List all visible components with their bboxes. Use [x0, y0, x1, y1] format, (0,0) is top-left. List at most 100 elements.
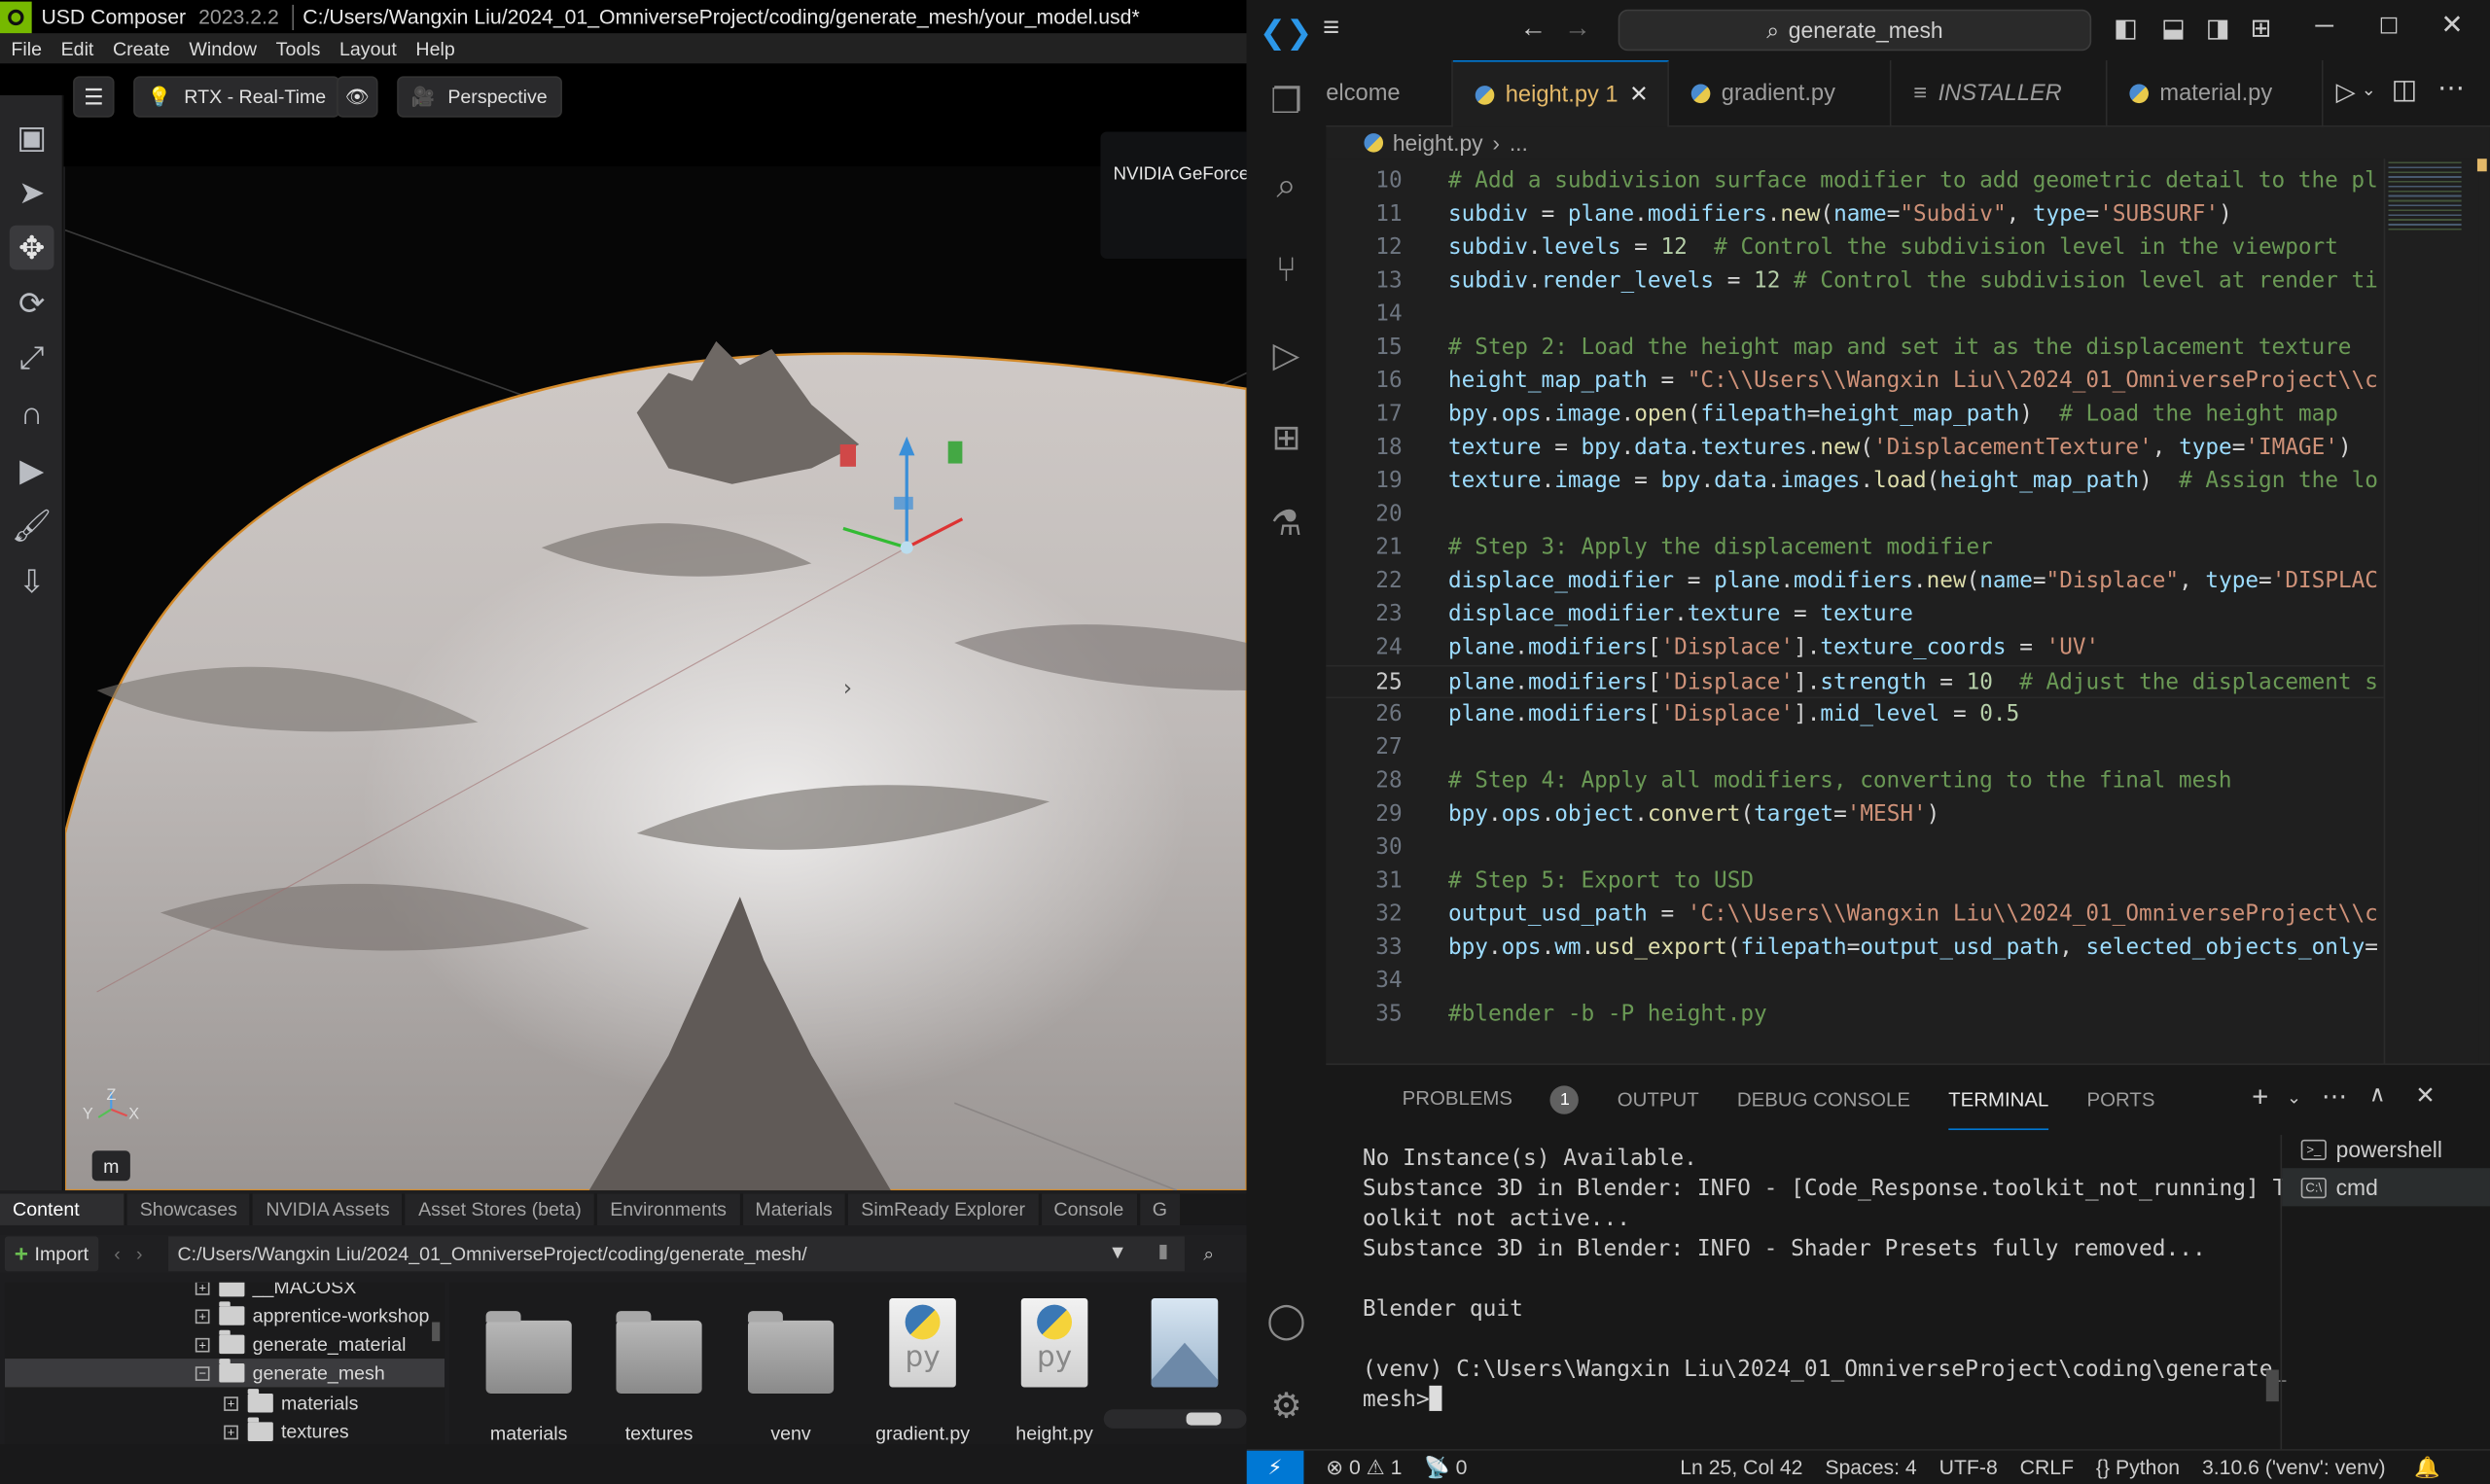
tab-showcases[interactable]: Showcases — [126, 1193, 250, 1225]
account-icon[interactable]: ◯ — [1261, 1295, 1311, 1346]
code-line[interactable]: 16 height_map_path = "C:\\Users\\Wangxin … — [1326, 365, 2383, 398]
tree-item[interactable]: + textures — [5, 1417, 445, 1444]
explorer-icon[interactable]: ❐ — [1261, 76, 1311, 126]
close-panel-icon[interactable]: ✕ — [2415, 1080, 2436, 1110]
slider-handle[interactable] — [1186, 1412, 1222, 1426]
viewport[interactable]: › — [64, 166, 1247, 1191]
expand-icon[interactable]: + — [195, 1308, 210, 1324]
file-item[interactable]: textures — [595, 1298, 723, 1444]
viewport-settings-button[interactable]: ☰ — [73, 76, 115, 118]
command-center-search[interactable]: ⌕ generate_mesh — [1618, 9, 2092, 52]
ports-status[interactable]: 📡 0 — [1424, 1455, 1467, 1480]
menu-tools[interactable]: Tools — [265, 37, 328, 59]
extensions-icon[interactable]: ⊞ — [1261, 412, 1311, 463]
code-line[interactable]: 10 # Add a subdivision surface modifier t… — [1326, 165, 2383, 198]
hamburger-menu-icon[interactable]: ≡ — [1323, 11, 1339, 44]
tree-item[interactable]: + materials — [5, 1389, 445, 1417]
tab-material-py[interactable]: material.py — [2108, 60, 2324, 127]
code-line[interactable]: 13 subdiv.render_levels = 12 # Control th… — [1326, 265, 2383, 299]
terminal-item-cmd[interactable]: C:\ cmd — [2282, 1168, 2490, 1207]
snap-tool-icon[interactable]: ∩ — [10, 392, 54, 437]
code-line[interactable]: 35 #blender -b -P height.py — [1326, 999, 2383, 1032]
code-line[interactable]: 18 texture = bpy.data.textures.new('Displ… — [1326, 432, 2383, 465]
python-interpreter[interactable]: 3.10.6 ('venv': venv) — [2202, 1456, 2386, 1479]
language-mode[interactable]: {} Python — [2096, 1456, 2180, 1479]
notifications-bell-icon[interactable]: 🔔 — [2414, 1455, 2439, 1480]
code-line[interactable]: 25 plane.modifiers['Displace'].strength =… — [1326, 664, 2384, 699]
tree-item[interactable]: + apprentice-workshop — [5, 1301, 445, 1329]
panel-tab-problems[interactable]: PROBLEMS 1 — [1364, 1085, 1580, 1114]
select-mode-icon[interactable]: ▣ — [10, 115, 54, 159]
terminal-item-powershell[interactable]: >_ powershell — [2282, 1130, 2490, 1168]
tab-installer[interactable]: ≡ INSTALLER — [1891, 60, 2108, 127]
tab-welcome[interactable]: elcome — [1326, 60, 1453, 127]
tree-item[interactable]: + __MACOSX — [5, 1282, 445, 1302]
maximize-icon[interactable]: ☐ — [2379, 13, 2400, 40]
code-line[interactable]: 26 plane.modifiers['Displace'].mid_level … — [1326, 698, 2383, 731]
code-line[interactable]: 23 displace_modifier.texture = texture — [1326, 598, 2383, 631]
breadcrumb-rest[interactable]: ... — [1510, 130, 1528, 156]
tab-asset-stores[interactable]: Asset Stores (beta) — [406, 1193, 594, 1225]
chevron-down-icon[interactable]: ▼ — [1108, 1241, 1126, 1263]
toggle-panel-icon[interactable]: ⬓ — [2161, 13, 2186, 45]
expand-icon[interactable]: + — [195, 1337, 210, 1352]
file-item[interactable]: py gradient.py — [859, 1298, 986, 1444]
file-item[interactable]: py height.py — [991, 1298, 1119, 1444]
minimap[interactable] — [2383, 159, 2487, 1064]
eol-status[interactable]: CRLF — [2020, 1456, 2074, 1479]
expand-icon[interactable]: + — [224, 1424, 238, 1439]
search-icon[interactable]: ⌕ — [1203, 1242, 1214, 1265]
terminal-output[interactable]: No Instance(s) Available. Substance 3D in… — [1363, 1145, 2287, 1446]
tab-content[interactable]: Content — [0, 1193, 124, 1225]
code-line[interactable]: 31 # Step 5: Export to USD — [1326, 865, 2383, 898]
menu-create[interactable]: Create — [102, 37, 178, 59]
visibility-button[interactable]: 👁 — [337, 76, 378, 118]
run-python-file-icon[interactable]: ▷ — [2336, 76, 2356, 108]
tab-nvidia-assets[interactable]: NVIDIA Assets — [253, 1193, 403, 1225]
tab-gradient-py[interactable]: gradient.py — [1669, 60, 1892, 127]
terminal-scrollbar[interactable] — [2265, 1369, 2279, 1402]
code-line[interactable]: 34 — [1326, 965, 2383, 998]
source-control-icon[interactable]: ⑂ — [1261, 244, 1311, 295]
tab-console[interactable]: Console — [1041, 1193, 1137, 1225]
menu-help[interactable]: Help — [405, 37, 463, 59]
render-mode-button[interactable]: 💡 RTX - Real-Time — [133, 76, 340, 118]
back-arrow-icon[interactable]: ← — [1519, 13, 1547, 45]
panel-tab-debug-console[interactable]: DEBUG CONSOLE — [1737, 1089, 1910, 1112]
forward-arrow-icon[interactable]: → — [1564, 13, 1591, 45]
code-line[interactable]: 14 — [1326, 299, 2383, 332]
bookmark-icon[interactable]: ▮ — [1157, 1240, 1168, 1262]
nav-arrows[interactable]: ‹› — [114, 1243, 159, 1265]
tree-item-selected[interactable]: − generate_mesh — [4, 1359, 445, 1388]
encoding-status[interactable]: UTF-8 — [1939, 1456, 1998, 1479]
paint-tool-icon[interactable]: 🖌 — [10, 503, 54, 548]
breadcrumb-file[interactable]: height.py — [1393, 130, 1483, 156]
code-line[interactable]: 24 plane.modifiers['Displace'].texture_co… — [1326, 632, 2383, 665]
settings-gear-icon[interactable]: ⚙ — [1261, 1381, 1311, 1431]
content-path-field[interactable]: C:/Users/Wangxin Liu/2024_01_OmniversePr… — [167, 1236, 1185, 1272]
code-line[interactable]: 21 # Step 3: Apply the displacement modif… — [1326, 532, 2383, 565]
code-line[interactable]: 29 bpy.ops.object.convert(target='MESH') — [1326, 798, 2383, 831]
panel-more-icon[interactable]: ⋯ — [2322, 1080, 2347, 1113]
code-line[interactable]: 27 — [1326, 731, 2383, 764]
m-button[interactable]: m — [91, 1150, 130, 1182]
code-line[interactable]: 11 subdiv = plane.modifiers.new(name="Sub… — [1326, 198, 2383, 231]
panel-tab-output[interactable]: OUTPUT — [1618, 1089, 1699, 1112]
tab-overflow[interactable]: G — [1139, 1193, 1181, 1225]
problems-status[interactable]: ⊗ 0 ⚠ 1 — [1326, 1455, 1402, 1480]
maximize-panel-icon[interactable]: ∧ — [2369, 1080, 2386, 1108]
more-actions-icon[interactable]: ⋯ — [2437, 73, 2465, 105]
minimize-icon[interactable]: ─ — [2315, 13, 2333, 41]
play-icon[interactable]: ▶ — [10, 447, 54, 492]
tree-item[interactable]: + generate_material — [5, 1329, 445, 1359]
pointer-tool-icon[interactable]: ➤ — [10, 170, 54, 215]
terminal-profile-chevron-icon[interactable]: ⌄ — [2287, 1087, 2301, 1109]
tab-height-py[interactable]: height.py 1 ✕ — [1452, 60, 1669, 127]
toggle-sidebar-icon[interactable]: ◧ — [2114, 13, 2138, 45]
code-line[interactable]: 22 displace_modifier = plane.modifiers.ne… — [1326, 565, 2383, 598]
tree-scrollbar[interactable] — [432, 1322, 441, 1342]
file-item[interactable]: materials — [465, 1298, 592, 1444]
code-line[interactable]: 12 subdiv.levels = 12 # Control the subdi… — [1326, 231, 2383, 265]
split-editor-icon[interactable]: ◫ — [2392, 75, 2417, 107]
import-button[interactable]: + Import — [4, 1236, 98, 1272]
